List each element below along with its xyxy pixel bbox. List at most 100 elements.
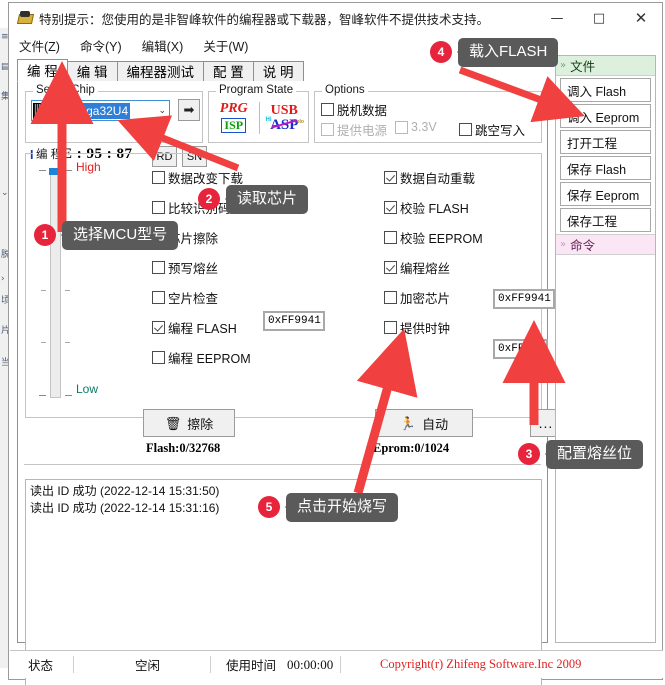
program-state-logos: PRG ISP USB ASP Hi Tolo bbox=[213, 97, 305, 139]
close-icon[interactable]: ✕ bbox=[620, 3, 662, 33]
program-tab-panel: Select Chip ATmega32U4 ⌄ ➡ ID: 1E : 95 :… bbox=[17, 81, 562, 685]
sidebar-load-flash[interactable]: 调入 Flash bbox=[560, 78, 651, 102]
sidebar-save-eeprom[interactable]: 保存 Eeprom bbox=[560, 182, 651, 206]
logo-divider bbox=[258, 102, 260, 134]
options-label: Options bbox=[322, 84, 368, 96]
sidebar-load-eeprom[interactable]: 调入 Eeprom bbox=[560, 104, 651, 128]
checkbox-box bbox=[152, 351, 165, 364]
chevron-double-icon: » bbox=[560, 239, 567, 250]
sidebar-save-flash[interactable]: 保存 Flash bbox=[560, 156, 651, 180]
hi-text: Hi bbox=[265, 116, 272, 123]
chk-verify-eeprom[interactable]: 校验 EEPROM bbox=[384, 228, 483, 247]
minimize-icon[interactable]: — bbox=[536, 3, 578, 33]
section-divider bbox=[24, 464, 541, 465]
tab-help[interactable]: 说 明 bbox=[252, 61, 304, 82]
checkbox-box bbox=[152, 171, 165, 184]
annotation-badge-2: 2 bbox=[198, 188, 220, 210]
menu-command[interactable]: 命令(Y) bbox=[80, 36, 122, 55]
auto-button[interactable]: 🏃 自动 bbox=[375, 409, 473, 437]
app-icon bbox=[16, 10, 35, 26]
usb-asp-logo-icon: USB ASP Hi Tolo bbox=[263, 103, 305, 133]
lock-value-field[interactable]: 0xFF bbox=[493, 339, 548, 359]
chevron-down-icon[interactable]: ⌄ bbox=[158, 106, 166, 116]
chk-auto-reload-data[interactable]: 数据自动重载 bbox=[384, 168, 475, 187]
chk-prewrite-fuse[interactable]: 预写熔丝 bbox=[152, 258, 218, 277]
tab-edit[interactable]: 编 辑 bbox=[66, 61, 118, 82]
menu-edit[interactable]: 编辑(X) bbox=[142, 36, 184, 55]
annotation-config-fuse: 配置熔丝位 bbox=[544, 440, 644, 469]
options-group: Options 脱机数据 提供电源 3.3V 跳空写入 bbox=[314, 84, 542, 143]
sidebar-file-header[interactable]: » 文件 bbox=[556, 56, 655, 76]
prewrite-fuse-value-field[interactable]: 0xFF9941 bbox=[263, 311, 325, 331]
option-label: 脱机数据 bbox=[337, 104, 388, 118]
isp-text: ISP bbox=[221, 118, 247, 133]
chk-program-fuse[interactable]: 编程熔丝 bbox=[384, 258, 450, 277]
checkbox-label: 加密芯片 bbox=[400, 292, 451, 306]
chk-lock-chip[interactable]: 加密芯片 bbox=[384, 288, 450, 307]
option-supply-power[interactable]: 提供电源 bbox=[321, 120, 387, 139]
annotation-select-mcu: 选择MCU型号 bbox=[60, 221, 179, 250]
eprom-status: Eprom:0/1024 bbox=[373, 441, 450, 455]
trash-icon: 🗑 bbox=[164, 415, 182, 431]
erase-button-label: 擦除 bbox=[187, 416, 214, 432]
app-window-screenshot: ≡ ▤ 集 ⌄ 脱 › 顷 片 当 特别提示：您使用的是非智峰软件的编程器或下载… bbox=[0, 0, 665, 685]
chip-select-value: ATmega32U4 bbox=[53, 102, 131, 119]
runner-icon: 🏃 bbox=[399, 415, 417, 431]
go-arrow-button[interactable]: ➡ bbox=[178, 99, 200, 121]
status-label: 状态 bbox=[28, 659, 54, 673]
copyright-text: Copyright(r) Zhifeng Software.Inc 2009 bbox=[380, 657, 582, 671]
checkbox-label: 编程熔丝 bbox=[400, 262, 451, 276]
chk-program-flash[interactable]: 编程 FLASH bbox=[152, 318, 237, 337]
sidebar-command-header-label: 命令 bbox=[570, 239, 596, 253]
sidebar-open-project[interactable]: 打开工程 bbox=[560, 130, 651, 154]
maximize-icon[interactable]: □ bbox=[578, 3, 620, 33]
tab-program[interactable]: 编 程 bbox=[17, 59, 68, 82]
program-state-label: Program State bbox=[216, 84, 297, 96]
fuse-value-field[interactable]: 0xFF9941 bbox=[493, 289, 555, 309]
checkbox-label: 校验 FLASH bbox=[400, 202, 469, 216]
programming-speed-slider[interactable] bbox=[33, 162, 81, 402]
elapsed-time-value: 00:00:00 bbox=[287, 656, 334, 672]
menu-bar: 文件(Z) 命令(Y) 编辑(X) 关于(W) bbox=[9, 33, 662, 57]
annotation-badge-5: 5 bbox=[258, 496, 280, 518]
chk-supply-clock[interactable]: 提供时钟 bbox=[384, 318, 450, 337]
menu-file[interactable]: 文件(Z) bbox=[19, 36, 60, 55]
option-skip-blank-write[interactable]: 跳空写入 bbox=[459, 120, 525, 139]
program-slider-title: 编 程 bbox=[33, 146, 66, 162]
prg-isp-logo-icon: PRG ISP bbox=[213, 102, 255, 134]
checkbox-label: 空片检查 bbox=[168, 292, 219, 306]
annotation-badge-1: 1 bbox=[34, 224, 56, 246]
window-title: 特别提示：您使用的是非智峰软件的编程器或下载器，智峰软件不提供技术支持。 bbox=[39, 12, 490, 27]
checkbox-box bbox=[384, 171, 397, 184]
slider-thumb[interactable] bbox=[49, 168, 63, 175]
chk-verify-flash[interactable]: 校验 FLASH bbox=[384, 198, 469, 217]
option-33v[interactable]: 3.3V bbox=[395, 120, 437, 134]
sidebar-command-header[interactable]: » 命令 bbox=[556, 234, 655, 255]
menu-about[interactable]: 关于(W) bbox=[203, 36, 248, 55]
checkbox-box bbox=[384, 231, 397, 244]
tab-programmer-test[interactable]: 编程器测试 bbox=[116, 61, 205, 82]
checkbox-label: 编程 EEPROM bbox=[168, 352, 251, 366]
checkbox-box bbox=[152, 321, 165, 334]
tab-config[interactable]: 配 置 bbox=[203, 61, 254, 82]
slider-low-label: Low bbox=[76, 382, 99, 396]
sidebar-save-project[interactable]: 保存工程 bbox=[560, 208, 651, 232]
checkbox-label: 校验 EEPROM bbox=[400, 232, 483, 246]
status-bar: 状态 空闲 使用时间 00:00:00 Copyright(r) Zhifeng… bbox=[10, 650, 663, 678]
checkbox-box bbox=[321, 123, 334, 136]
chip-icon bbox=[33, 102, 51, 119]
chk-program-eeprom[interactable]: 编程 EEPROM bbox=[152, 348, 251, 367]
main-window: 特别提示：您使用的是非智峰软件的编程器或下载器，智峰软件不提供技术支持。 — □… bbox=[8, 2, 663, 685]
window-controls: — □ ✕ bbox=[536, 3, 662, 33]
slider-track[interactable] bbox=[50, 170, 61, 398]
checkbox-box bbox=[384, 261, 397, 274]
chip-select-combo[interactable]: ATmega32U4 ⌄ bbox=[31, 100, 170, 121]
right-sidebar: » 文件 调入 Flash 调入 Eeprom 打开工程 保存 Flash 保存… bbox=[555, 55, 656, 643]
status-value: 空闲 bbox=[135, 659, 161, 673]
slider-high-label: High bbox=[76, 160, 101, 174]
option-offline-data[interactable]: 脱机数据 bbox=[321, 100, 387, 119]
checkbox-box bbox=[152, 201, 165, 214]
auto-button-label: 自动 bbox=[422, 416, 449, 432]
chk-blank-check[interactable]: 空片检查 bbox=[152, 288, 218, 307]
erase-button[interactable]: 🗑 擦除 bbox=[143, 409, 235, 437]
